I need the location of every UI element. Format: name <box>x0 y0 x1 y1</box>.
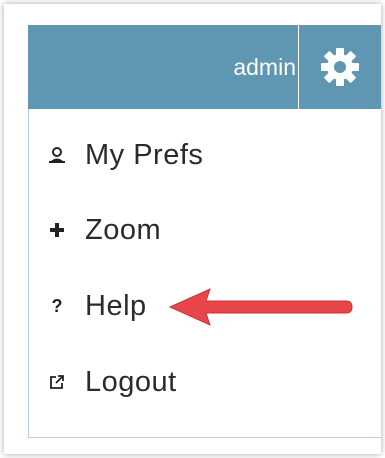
menu-item-logout[interactable]: Logout <box>45 360 177 404</box>
user-header-bar: admin <box>28 25 381 109</box>
question-icon: ? <box>51 295 63 316</box>
gear-icon <box>321 48 359 86</box>
menu-item-my-prefs[interactable]: My Prefs <box>45 133 203 177</box>
user-dropdown-menu: My Prefs Zoom ? Help Logout <box>28 109 381 438</box>
external-link-icon <box>45 370 69 394</box>
user-name-label[interactable]: admin <box>28 25 296 109</box>
menu-item-label: Zoom <box>85 213 162 246</box>
settings-button[interactable] <box>299 25 381 109</box>
menu-item-label: Help <box>85 289 147 322</box>
plus-icon <box>45 218 69 242</box>
menu-item-label: Logout <box>85 365 177 398</box>
menu-item-zoom[interactable]: Zoom <box>45 208 161 252</box>
user-icon <box>45 143 69 167</box>
menu-item-help[interactable]: ? Help <box>45 284 147 328</box>
menu-item-label: My Prefs <box>85 138 204 171</box>
red-arrow-pointing-left <box>168 288 353 326</box>
